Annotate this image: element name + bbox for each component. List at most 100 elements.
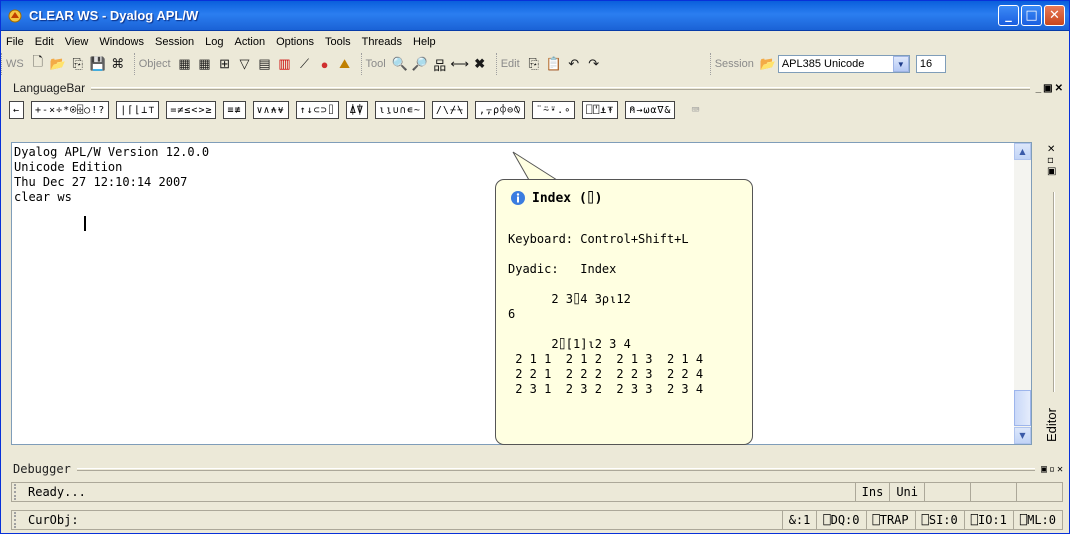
debugger-title: Debugger xyxy=(13,462,71,476)
tooltip-pointer xyxy=(512,151,558,181)
menu-action[interactable]: Action xyxy=(233,36,266,48)
menu-edit[interactable]: Edit xyxy=(34,36,55,48)
glyph-group-minmax[interactable]: |⌈⌊⊥⊤ xyxy=(116,101,160,119)
session-scrollbar[interactable]: ▲ ▼ xyxy=(1014,143,1031,444)
clear-icon[interactable]: ✖ xyxy=(471,55,489,73)
glyph-group-quad[interactable]: ⎕⍞⍎⍕ xyxy=(582,101,619,119)
keyboard-icon[interactable]: ⌨ xyxy=(686,101,704,119)
minimize-button[interactable]: _ xyxy=(998,5,1019,26)
scroll-down-icon[interactable]: ▼ xyxy=(1014,427,1031,444)
menu-windows[interactable]: Windows xyxy=(98,36,145,48)
chevron-down-icon[interactable]: ▼ xyxy=(892,56,909,72)
font-combo[interactable]: APL385 Unicode ▼ xyxy=(777,55,910,73)
glyph-group-reduce[interactable]: /\⌿⍀ xyxy=(431,101,468,119)
glyph-group-structure[interactable]: ↑↓⊂⊃⌷ xyxy=(295,101,339,119)
language-bar-title: LanguageBar xyxy=(13,81,86,95)
filter-icon[interactable]: ▽ xyxy=(236,55,254,73)
toolbar-group-object: Object ▦ ▦ ⊞ ▽ ▤ ▥ ⟋ ● ⛰ xyxy=(133,53,355,75)
save-icon[interactable]: 💾 xyxy=(89,55,107,73)
session-line: Unicode Edition xyxy=(14,160,123,174)
status-empty-2 xyxy=(970,483,1016,501)
open-session-icon[interactable]: 📂 xyxy=(759,55,777,73)
size-combo[interactable]: 16 xyxy=(915,55,946,73)
menu-log[interactable]: Log xyxy=(204,36,224,48)
toolbar-group-edit: Edit ⎘ 📋 ↶ ↷ xyxy=(495,53,604,75)
debugger-window-controls[interactable]: ▣▫✕ xyxy=(1041,464,1067,475)
glyph-group-shape[interactable]: ,⍪⍴⌽⊖⍉ xyxy=(475,101,526,119)
font-combo-value: APL385 Unicode xyxy=(781,58,865,70)
redo-icon[interactable]: ↷ xyxy=(585,55,603,73)
language-bar-grip[interactable] xyxy=(91,86,1030,90)
close-icon: ✕ xyxy=(1049,8,1060,23)
dyalog-app-icon[interactable] xyxy=(7,8,23,24)
tree-icon[interactable]: ⊞ xyxy=(216,55,234,73)
menu-options[interactable]: Options xyxy=(275,36,315,48)
minimize-icon: _ xyxy=(1005,8,1012,23)
glyph-group-operators[interactable]: ¨⍨⍣.∘ xyxy=(532,101,576,119)
session-line: clear ws xyxy=(14,190,72,204)
copy-ws-icon[interactable]: ⎘ xyxy=(69,55,87,73)
paste-icon[interactable]: 📋 xyxy=(545,55,563,73)
status-pos: &:1 xyxy=(781,511,817,529)
glyph-tooltip: Index (⌷) Keyboard: Control+Shift+L Dyad… xyxy=(495,179,753,445)
info-icon xyxy=(511,191,525,205)
scroll-thumb[interactable] xyxy=(1014,390,1031,426)
glyph-group-logic[interactable]: ∨∧⍲⍱ xyxy=(252,101,289,119)
copy-icon[interactable]: ⎘ xyxy=(525,55,543,73)
find-objects-icon[interactable]: 🔎 xyxy=(411,55,429,73)
session-log[interactable]: Dyalog APL/W Version 12.0.0 Unicode Edit… xyxy=(14,145,209,205)
glyph-group-arith[interactable]: +-×÷*⍟⌹○!? xyxy=(31,101,110,119)
line-chart-icon[interactable]: ⟋ xyxy=(296,55,314,73)
toolbar-object-label: Object xyxy=(138,58,171,70)
editor-dock[interactable]: ✕ ▫ ▣ Editor xyxy=(1041,142,1067,445)
status-io: ⎕IO:1 xyxy=(963,511,1013,529)
glyph-group-grade[interactable]: ⍋⍒ xyxy=(345,101,368,119)
menu-session[interactable]: Session xyxy=(154,36,195,48)
status-uni: Uni xyxy=(889,483,924,501)
editor-dock-controls[interactable]: ✕ ▫ ▣ xyxy=(1047,144,1056,177)
debugger-grip[interactable] xyxy=(76,467,1035,471)
menu-file[interactable]: File xyxy=(5,36,25,48)
status-bar: Ready... Ins Uni xyxy=(11,482,1063,502)
tooltip-header: Index (⌷) xyxy=(510,190,602,206)
grid-icon[interactable]: ▦ xyxy=(176,55,194,73)
explorer-icon[interactable]: ⌘ xyxy=(109,55,127,73)
new-icon[interactable]: 🗋 xyxy=(29,54,47,73)
chart-x-icon[interactable]: ⛰ xyxy=(336,55,354,73)
menu-view[interactable]: View xyxy=(64,36,90,48)
language-bar: ← +-×÷*⍟⌹○!? |⌈⌊⊥⊤ =≠≤<>≥ ≡≢ ∨∧⍲⍱ ↑↓⊂⊃⌷ … xyxy=(9,98,1069,122)
title-bar[interactable]: CLEAR WS - Dyalog APL/W _ □ ✕ xyxy=(1,1,1069,31)
toolbar-group-ws: WS 🗋 📂 ⎘ 💾 ⌘ xyxy=(1,53,128,75)
search-icon[interactable]: 🔍 xyxy=(391,55,409,73)
toolbar-session-label: Session xyxy=(714,58,754,70)
bar-chart-icon[interactable]: ▥ xyxy=(276,55,294,73)
tooltip-title: Index (⌷) xyxy=(532,190,603,206)
toolbar-ws-label: WS xyxy=(6,58,24,70)
open-icon[interactable]: 📂 xyxy=(49,55,67,73)
status-empty-1 xyxy=(924,483,970,501)
scroll-up-icon[interactable]: ▲ xyxy=(1014,143,1031,160)
size-combo-value: 16 xyxy=(919,58,933,70)
grid-edit-icon[interactable]: ▦ xyxy=(196,55,214,73)
undo-icon[interactable]: ↶ xyxy=(565,55,583,73)
app-window: CLEAR WS - Dyalog APL/W _ □ ✕ File Edit … xyxy=(0,0,1070,534)
color-ball-icon[interactable]: ● xyxy=(316,55,334,73)
glyph-group-misc[interactable]: ⍝→⍵⍺∇& xyxy=(625,101,676,119)
hierarchy-icon[interactable]: 品 xyxy=(431,55,449,73)
line-width-icon[interactable]: ⟷ xyxy=(450,55,469,73)
glyph-group-assign[interactable]: ← xyxy=(9,101,25,119)
menu-tools[interactable]: Tools xyxy=(324,36,352,48)
maximize-icon: □ xyxy=(1025,8,1038,23)
window-title: CLEAR WS - Dyalog APL/W xyxy=(29,8,199,23)
menu-threads[interactable]: Threads xyxy=(361,36,403,48)
menu-help[interactable]: Help xyxy=(412,36,437,48)
status-ins: Ins xyxy=(854,483,890,501)
language-bar-window-controls[interactable]: _▣✕ xyxy=(1036,83,1067,94)
close-button[interactable]: ✕ xyxy=(1044,5,1065,26)
glyph-group-set[interactable]: ⍳⍸∪∩∊~ xyxy=(374,101,425,119)
glyph-group-match[interactable]: ≡≢ xyxy=(223,101,246,119)
table-icon[interactable]: ▤ xyxy=(256,55,274,73)
maximize-button[interactable]: □ xyxy=(1021,5,1042,26)
glyph-group-compare[interactable]: =≠≤<>≥ xyxy=(166,101,217,119)
editor-tab[interactable]: Editor xyxy=(1044,408,1059,442)
